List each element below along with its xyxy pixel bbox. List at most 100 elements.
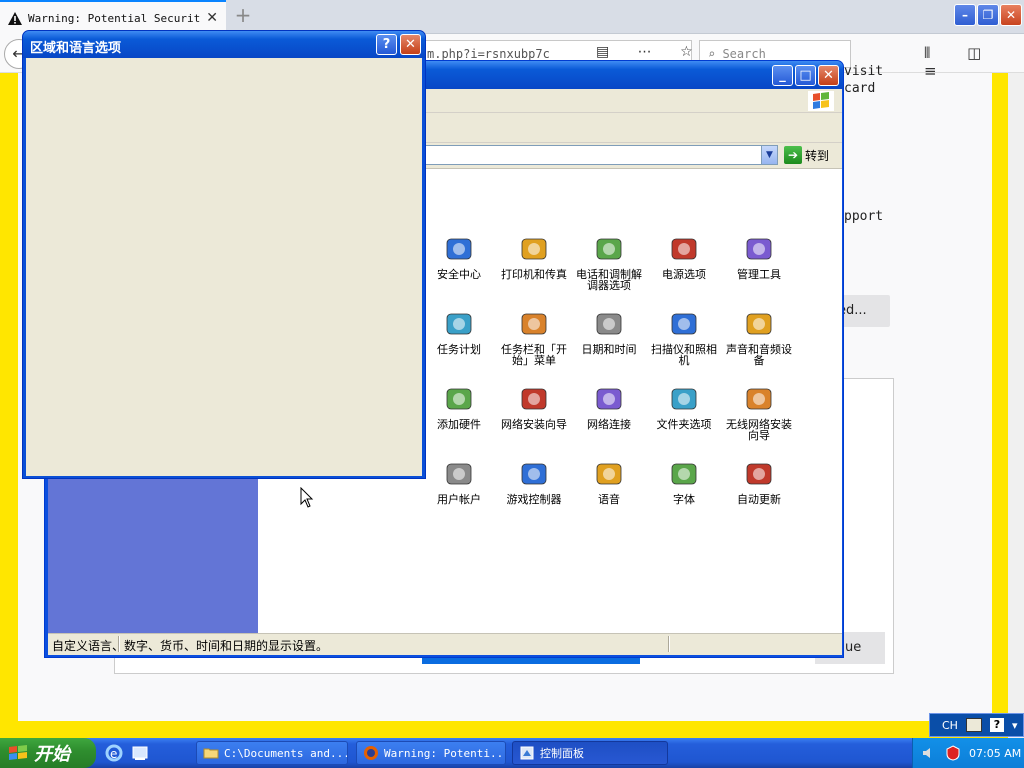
cp-item[interactable]: 管理工具	[722, 231, 796, 301]
network-setup-icon	[521, 388, 547, 410]
go-arrow-icon: ➔	[784, 146, 802, 164]
user-accounts-icon	[446, 463, 472, 485]
cp-item[interactable]: 打印机和传真	[497, 231, 571, 301]
dialog-title: 区域和语言选项	[30, 41, 122, 56]
cp-item[interactable]: 网络安装向导	[497, 381, 571, 451]
clock: 07:05 AM	[969, 746, 1022, 760]
system-tray: 07:05 AM	[912, 738, 1024, 768]
cp-item-label: 文件夹选项	[656, 418, 712, 431]
windows-update-icon	[746, 463, 772, 485]
windows-flag-icon	[808, 91, 834, 111]
help-icon[interactable]: ?	[376, 34, 397, 55]
cp-item[interactable]: 声音和音频设备	[722, 306, 796, 376]
dialog-body	[26, 58, 422, 476]
clock-icon	[596, 313, 622, 335]
task-control-panel[interactable]: 控制面板	[512, 741, 668, 765]
cp-item-label: 扫描仪和照相机	[651, 343, 717, 367]
cp-item-label: 字体	[673, 493, 695, 506]
start-button[interactable]: 开始	[0, 738, 96, 768]
browser-close-icon[interactable]: ✕	[1000, 4, 1022, 26]
speech-icon	[596, 463, 622, 485]
control-panel-icon	[520, 746, 534, 760]
taskbar-start-icon	[521, 313, 547, 335]
cp-item[interactable]: 语音	[572, 456, 646, 526]
minimize-icon[interactable]: –	[954, 4, 976, 26]
page-border-bottom	[0, 721, 1008, 738]
scanner-camera-icon	[671, 313, 697, 335]
task-label: C:\Documents and...	[224, 746, 348, 760]
firefox-icon	[364, 746, 378, 760]
help-small-icon: ?	[989, 718, 1004, 732]
folder-icon	[203, 748, 219, 759]
network-connections-icon	[596, 388, 622, 410]
start-label: 开始	[34, 744, 70, 765]
cp-item-label: 电话和调制解调器选项	[576, 268, 642, 292]
cp-item[interactable]: 安全中心	[422, 231, 496, 301]
volume-icon[interactable]	[921, 745, 937, 761]
cp-item-label: 管理工具	[737, 268, 781, 281]
svg-text:e: e	[110, 747, 117, 761]
region-language-dialog: 区域和语言选项 ? ✕	[22, 30, 426, 479]
langbar-options-icon: ▾	[1011, 718, 1018, 732]
cp-close-icon[interactable]: ✕	[818, 65, 839, 86]
keyboard-icon	[965, 718, 982, 732]
scheduled-tasks-icon	[446, 313, 472, 335]
url-bar-actions[interactable]: ▤ ⋯ ☆	[596, 44, 705, 60]
page-scrollbar[interactable]	[1008, 73, 1024, 738]
cp-item-label: 任务栏和「开始」菜单	[501, 343, 567, 367]
cp-item-label: 声音和音频设备	[726, 343, 792, 367]
cp-maximize-icon[interactable]: □	[795, 65, 816, 86]
page-border-left	[0, 73, 18, 721]
chevron-down-icon[interactable]: ▼	[761, 146, 777, 164]
cp-item[interactable]: 电源选项	[647, 231, 721, 301]
cp-item[interactable]: 扫描仪和照相机	[647, 306, 721, 376]
cp-item[interactable]: 游戏控制器	[497, 456, 571, 526]
cp-item[interactable]: 用户帐户	[422, 456, 496, 526]
restore-icon[interactable]: ❐	[977, 4, 999, 26]
cp-item[interactable]: 添加硬件	[422, 381, 496, 451]
cp-item-label: 无线网络安装向导	[726, 418, 792, 442]
browser-tab[interactable]: Warning: Potential Security ✕	[0, 0, 226, 34]
page-text-visit: visit	[844, 64, 884, 79]
new-tab-button[interactable]: +	[232, 4, 254, 28]
language-indicator: CH	[942, 718, 958, 732]
task-explorer[interactable]: C:\Documents and...	[196, 741, 348, 765]
cp-item-label: 自动更新	[737, 493, 781, 506]
printer-icon	[521, 238, 547, 260]
game-controller-icon	[521, 463, 547, 485]
mouse-cursor-icon	[300, 487, 314, 508]
add-hardware-icon	[446, 388, 472, 410]
cp-item[interactable]: 任务栏和「开始」菜单	[497, 306, 571, 376]
warning-icon	[8, 11, 22, 25]
browser-tab-title: Warning: Potential Security	[28, 11, 201, 25]
shield-icon	[446, 238, 472, 260]
wireless-setup-icon	[746, 388, 772, 410]
cp-item[interactable]: 自动更新	[722, 456, 796, 526]
cp-item[interactable]: 任务计划	[422, 306, 496, 376]
cp-item-label: 任务计划	[437, 343, 481, 356]
cp-item-label: 游戏控制器	[506, 493, 562, 506]
cp-item[interactable]: 无线网络安装向导	[722, 381, 796, 451]
cp-minimize-icon[interactable]: _	[772, 65, 793, 86]
language-bar[interactable]: CH ? ▾	[929, 713, 1024, 737]
fonts-icon	[671, 463, 697, 485]
cp-item[interactable]: 日期和时间	[572, 306, 646, 376]
quick-launch: e	[104, 743, 150, 763]
task-label: 控制面板	[540, 747, 584, 760]
show-desktop-icon[interactable]	[130, 743, 150, 763]
task-firefox[interactable]: Warning: Potenti...	[356, 741, 506, 765]
cp-icon-grid: 安全中心 打印机和传真 电话和调制解调器选项 电源选项 管理工具任务计划 任务栏和「开始」…	[422, 169, 832, 505]
cp-item[interactable]: 字体	[647, 456, 721, 526]
cp-item[interactable]: 文件夹选项	[647, 381, 721, 451]
cp-item[interactable]: 电话和调制解调器选项	[572, 231, 646, 301]
goto-label: 转到	[805, 148, 830, 163]
dialog-close-icon[interactable]: ✕	[400, 34, 421, 55]
dialog-titlebar[interactable]: 区域和语言选项 ? ✕	[23, 31, 425, 58]
goto-button[interactable]: ➔ 转到	[784, 145, 838, 165]
browser-tab-bar: Warning: Potential Security ✕ + – ❐ ✕	[0, 0, 1024, 34]
security-tray-icon[interactable]	[945, 745, 961, 761]
close-tab-icon[interactable]: ✕	[206, 10, 218, 26]
cp-item[interactable]: 网络连接	[572, 381, 646, 451]
page-text-card: card	[844, 81, 876, 96]
internet-explorer-icon[interactable]: e	[104, 743, 124, 763]
